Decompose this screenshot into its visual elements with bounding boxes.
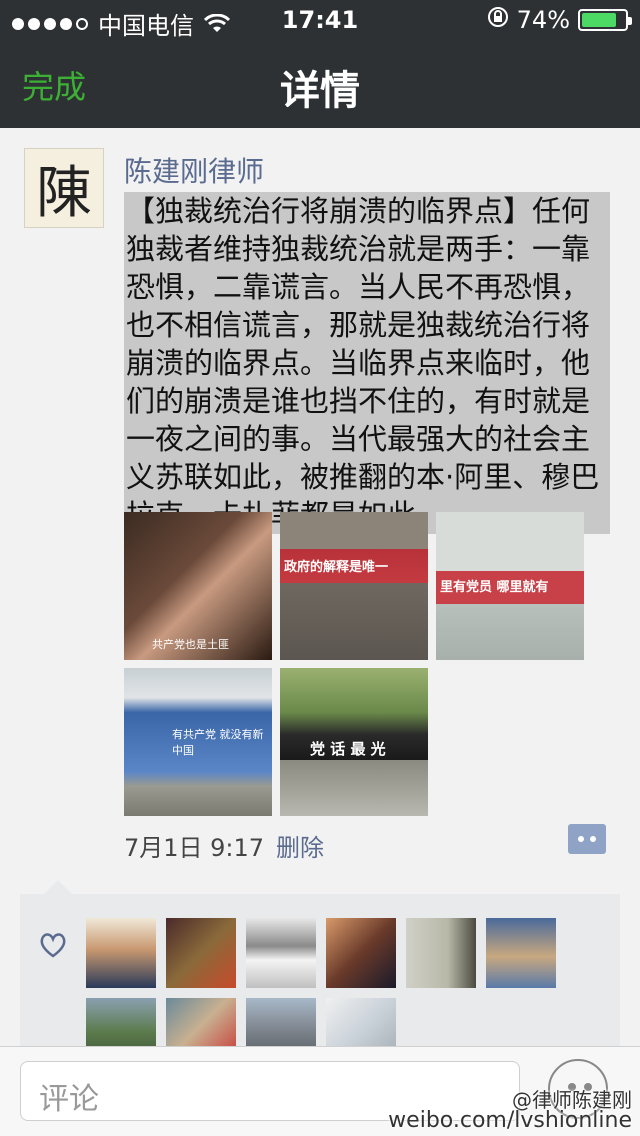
liker-avatar[interactable]: [486, 918, 556, 988]
post-image[interactable]: 共产党也是土匪: [124, 512, 272, 660]
liker-avatar[interactable]: [166, 918, 236, 988]
post-image[interactable]: 里有党员 哪里就有: [436, 512, 584, 660]
comment-action-icon[interactable]: [568, 824, 606, 854]
post-text[interactable]: 【独裁统治行将崩溃的临界点】任何独裁者维持独裁统治就是两手：一靠恐惧，二靠谎言。…: [124, 192, 610, 534]
post-image[interactable]: 政府的解释是唯一: [280, 512, 428, 660]
moment-detail: 陳 陈建刚律师 【独裁统治行将崩溃的临界点】任何独裁者维持独裁统治就是两手：一靠…: [0, 128, 640, 1068]
liker-avatar[interactable]: [246, 918, 316, 988]
battery-percent: 74%: [516, 6, 570, 34]
page-title: 详情: [280, 68, 360, 114]
likes-panel: [20, 880, 620, 1068]
rotation-lock-icon: [487, 6, 509, 34]
image-caption: 党 话 最 光: [310, 740, 386, 758]
post-image[interactable]: 有共产党 就没有新中国: [124, 668, 272, 816]
liker-avatar[interactable]: [406, 918, 476, 988]
battery-icon: [578, 9, 632, 31]
image-caption: 有共产党 就没有新中国: [172, 728, 264, 757]
top-bar: 中国电信 17:41 74% 完成 详情: [0, 0, 640, 128]
liker-avatar[interactable]: [86, 918, 156, 988]
post-timestamp: 7月1日 9:17: [124, 834, 265, 862]
avatar[interactable]: 陳: [24, 148, 104, 228]
image-caption: 共产党也是土匪: [152, 638, 229, 651]
delete-link[interactable]: 删除: [276, 828, 324, 863]
image-caption: 政府的解释是唯一: [284, 560, 389, 575]
author-name[interactable]: 陈建刚律师: [124, 150, 264, 190]
navigation-bar: 完成 详情: [0, 40, 640, 128]
watermark-url: weibo.com/lvshionline: [388, 1108, 632, 1133]
liker-avatar[interactable]: [326, 918, 396, 988]
status-bar: 中国电信 17:41 74%: [0, 0, 640, 40]
post-image[interactable]: 党 话 最 光: [280, 668, 428, 816]
heart-icon: [40, 933, 66, 958]
avatar-glyph: 陳: [36, 160, 92, 226]
image-caption: 里有党员 哪里就有: [440, 580, 549, 595]
comment-placeholder: 评论: [39, 1082, 99, 1117]
